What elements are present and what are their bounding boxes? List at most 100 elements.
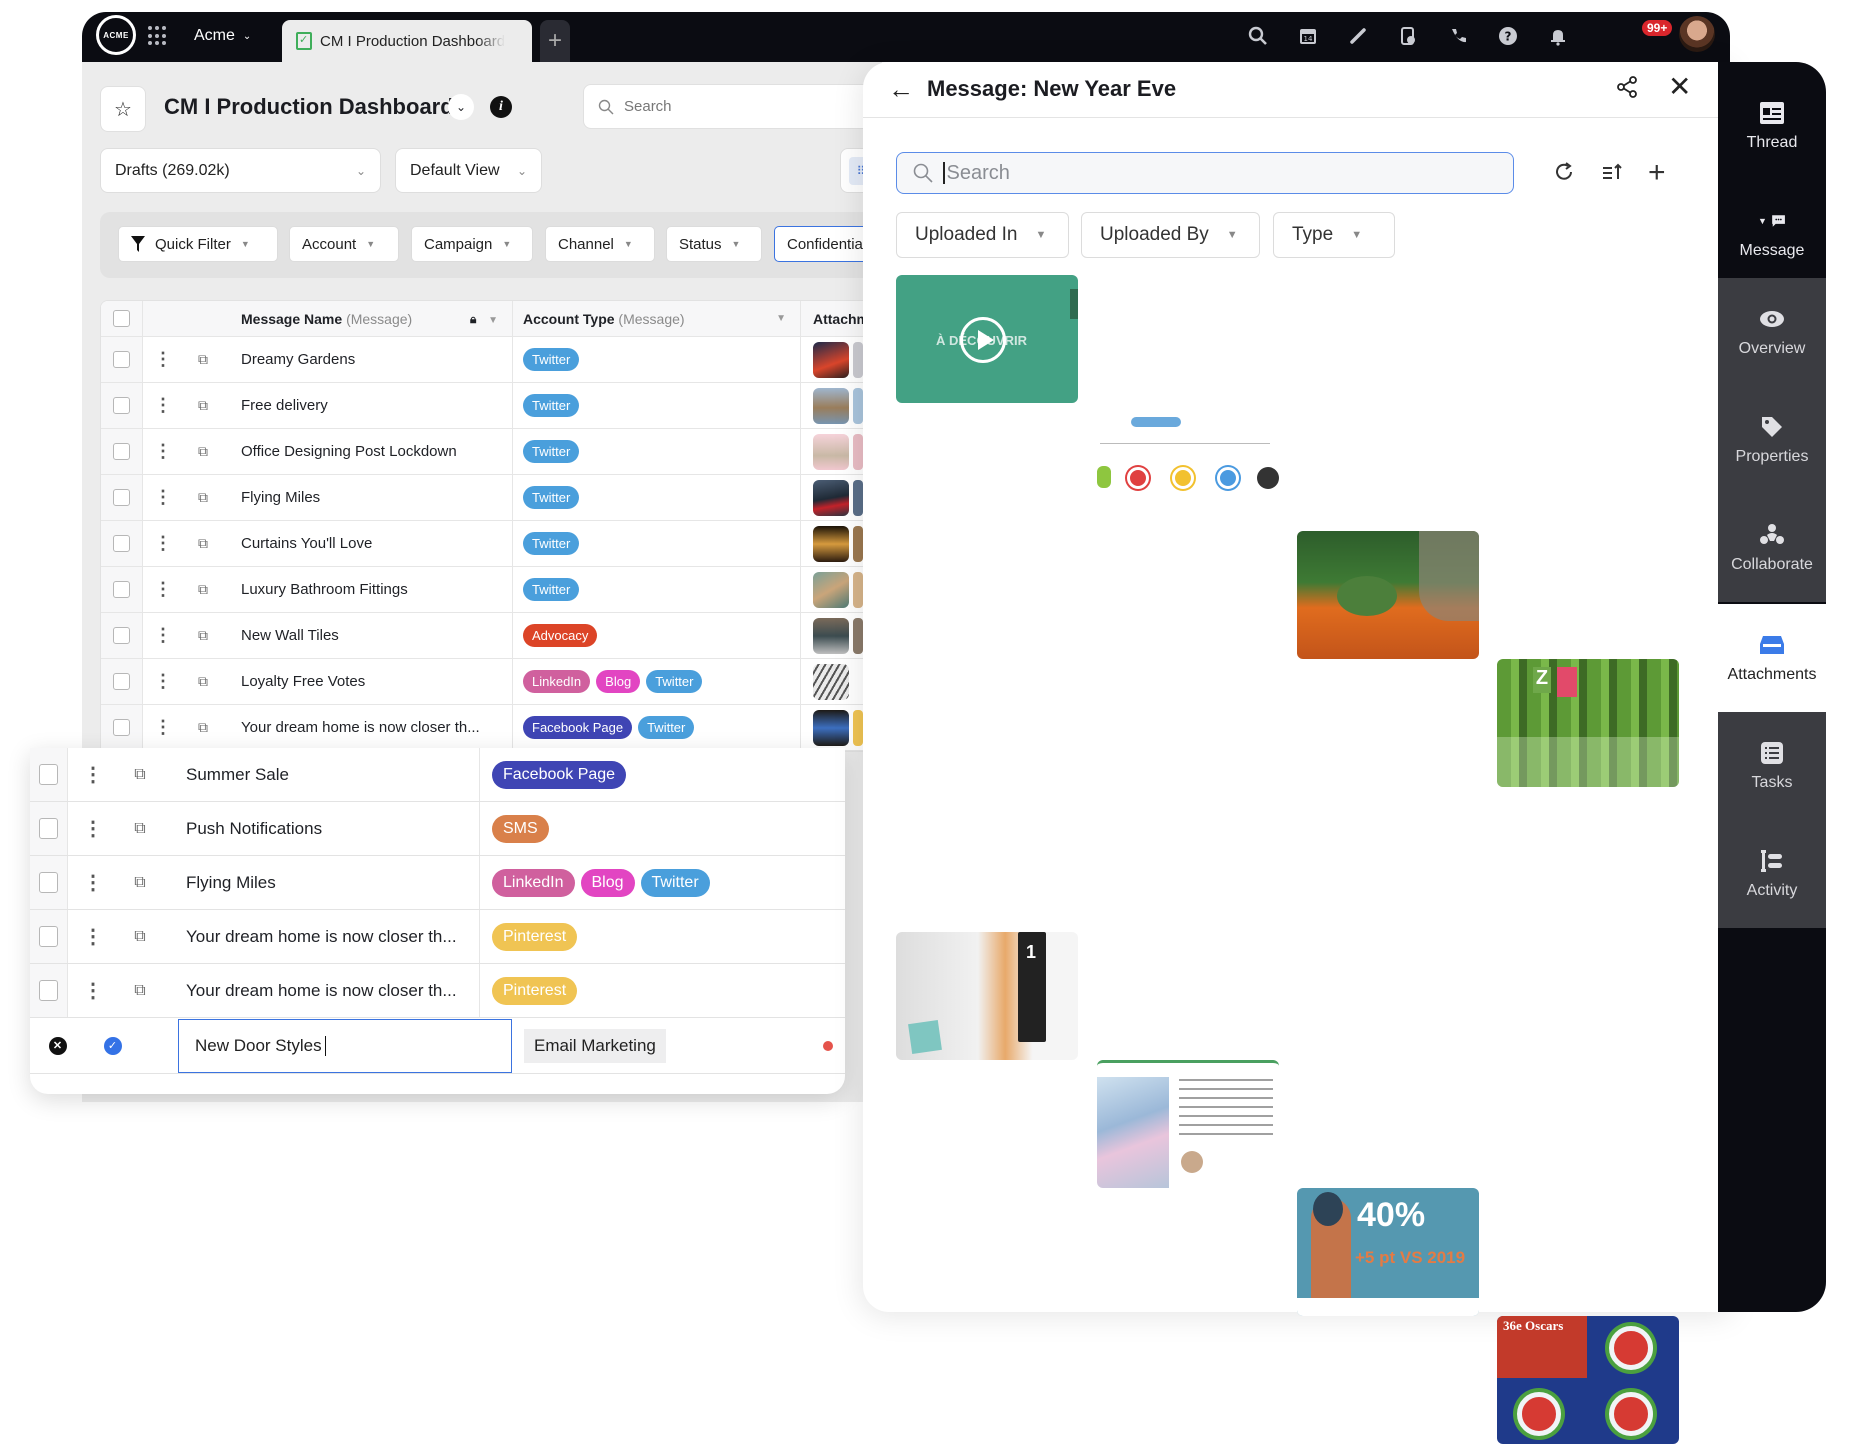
message-name-cell[interactable]: Summer Sale bbox=[162, 748, 480, 801]
table-row[interactable]: ⋮ ⧉ Dreamy Gardens Twitter bbox=[101, 337, 881, 383]
attachment-thumbnail[interactable] bbox=[813, 341, 849, 378]
open-record-icon[interactable]: ⧉ bbox=[183, 581, 223, 598]
acme-logo[interactable]: ACME bbox=[96, 15, 136, 55]
open-record-icon[interactable]: ⧉ bbox=[183, 443, 223, 460]
message-name-cell[interactable]: Your dream home is now closer th... bbox=[162, 964, 480, 1017]
attachment-thumbnail[interactable] bbox=[813, 525, 849, 562]
account-type-cell[interactable]: LinkedIn Blog Twitter bbox=[513, 659, 801, 704]
message-name-cell[interactable]: Free delivery bbox=[223, 383, 513, 428]
table-row[interactable]: ⋮ ⧉ Summer Sale Facebook Page bbox=[30, 748, 845, 802]
open-record-icon[interactable]: ⧉ bbox=[183, 719, 223, 736]
table-row[interactable]: ⋮ ⧉ Flying Miles LinkedIn Blog Twitter bbox=[30, 856, 845, 910]
attachment-tile[interactable] bbox=[1097, 1060, 1279, 1188]
message-name-cell[interactable]: Your dream home is now closer th... bbox=[162, 910, 480, 963]
sidebar-item-overview[interactable]: Overview bbox=[1718, 278, 1826, 386]
attachment-thumbnail[interactable] bbox=[853, 709, 863, 746]
more-options-icon[interactable]: ⋮ bbox=[143, 395, 183, 416]
message-name-cell[interactable]: Curtains You'll Love bbox=[223, 521, 513, 566]
open-record-icon[interactable]: ⧉ bbox=[183, 673, 223, 690]
contact-book-icon[interactable] bbox=[1396, 24, 1420, 48]
more-options-icon[interactable]: ⋮ bbox=[143, 533, 183, 554]
row-checkbox[interactable] bbox=[39, 872, 58, 893]
refresh-icon[interactable] bbox=[1552, 160, 1576, 191]
attachment-thumbnail[interactable] bbox=[813, 709, 849, 746]
row-checkbox[interactable] bbox=[113, 443, 130, 460]
row-checkbox[interactable] bbox=[39, 926, 58, 947]
help-icon[interactable]: ? bbox=[1496, 24, 1520, 48]
open-record-icon[interactable]: ⧉ bbox=[118, 820, 162, 838]
open-record-icon[interactable]: ⧉ bbox=[118, 766, 162, 784]
account-type-cell[interactable]: Twitter bbox=[513, 567, 801, 612]
workspace-selector[interactable]: Acme ⌄ bbox=[194, 27, 251, 45]
account-type-cell[interactable]: Twitter bbox=[513, 337, 801, 382]
attachment-thumbnail[interactable] bbox=[813, 663, 849, 700]
table-row[interactable]: ⋮ ⧉ Push Notifications SMS bbox=[30, 802, 845, 856]
filter-campaign[interactable]: Campaign ▼ bbox=[411, 226, 533, 262]
message-name-cell[interactable]: Loyalty Free Votes bbox=[223, 659, 513, 704]
phone-icon[interactable] bbox=[1446, 24, 1470, 48]
account-type-cell[interactable]: SMS bbox=[480, 802, 816, 855]
table-row[interactable]: ⋮ ⧉ Your dream home is now closer th... Pin… bbox=[30, 964, 845, 1018]
row-checkbox[interactable] bbox=[113, 489, 130, 506]
sidebar-item-collaborate[interactable]: Collaborate bbox=[1718, 494, 1826, 602]
attachment-thumbnail[interactable] bbox=[853, 341, 863, 378]
more-options-icon[interactable]: ⋮ bbox=[143, 579, 183, 600]
attachment-thumbnail[interactable] bbox=[813, 387, 849, 424]
message-name-cell[interactable]: Your dream home is now closer th... bbox=[223, 705, 513, 750]
sort-caret-icon[interactable]: ▼ bbox=[488, 315, 498, 326]
row-checkbox[interactable] bbox=[113, 627, 130, 644]
message-name-cell[interactable]: Luxury Bathroom Fittings bbox=[223, 567, 513, 612]
account-type-value[interactable]: Email Marketing bbox=[524, 1028, 666, 1063]
attachment-tile[interactable]: 36e Oscars bbox=[1497, 1316, 1679, 1444]
attachment-tile[interactable] bbox=[1097, 403, 1279, 531]
row-checkbox[interactable] bbox=[39, 818, 58, 839]
message-name-cell[interactable]: Flying Miles bbox=[223, 475, 513, 520]
sort-caret-icon[interactable]: ▼ bbox=[776, 313, 786, 324]
share-icon[interactable] bbox=[1616, 76, 1638, 104]
more-options-icon[interactable]: ⋮ bbox=[68, 924, 118, 949]
open-record-icon[interactable]: ⧉ bbox=[183, 489, 223, 506]
quick-filter-button[interactable]: Quick Filter ▼ bbox=[118, 226, 278, 262]
table-row[interactable]: ⋮ ⧉ New Wall Tiles Advocacy bbox=[101, 613, 881, 659]
sidebar-item-message[interactable]: ▼ Message bbox=[1718, 180, 1826, 288]
attachment-thumbnail[interactable] bbox=[853, 387, 863, 424]
column-header-message-name[interactable]: Message Name (Message) 🔒︎ ▼ bbox=[223, 301, 513, 336]
table-row[interactable]: ⋮ ⧉ Your dream home is now closer th... Fac… bbox=[101, 705, 881, 751]
attachment-thumbnail[interactable] bbox=[813, 479, 849, 516]
message-name-cell[interactable]: Dreamy Gardens bbox=[223, 337, 513, 382]
dashboard-search-input[interactable]: Search bbox=[583, 84, 883, 129]
attachment-thumbnail[interactable] bbox=[813, 571, 849, 608]
row-checkbox[interactable] bbox=[113, 673, 130, 690]
more-options-icon[interactable]: ⋮ bbox=[68, 978, 118, 1003]
message-name-cell[interactable]: Flying Miles bbox=[162, 856, 480, 909]
more-options-icon[interactable]: ⋮ bbox=[143, 717, 183, 738]
message-name-cell[interactable]: Office Designing Post Lockdown bbox=[223, 429, 513, 474]
account-type-cell[interactable]: Pinterest bbox=[480, 964, 816, 1017]
info-icon[interactable]: i bbox=[490, 96, 512, 118]
more-options-icon[interactable]: ⋮ bbox=[68, 762, 118, 787]
bell-icon[interactable] bbox=[1546, 24, 1570, 48]
attachment-tile[interactable]: 1 bbox=[896, 932, 1078, 1060]
attachment-tile[interactable]: Z bbox=[1497, 659, 1679, 787]
more-options-icon[interactable]: ⋮ bbox=[143, 349, 183, 370]
table-row[interactable]: ⋮ ⧉ Office Designing Post Lockdown Twitter bbox=[101, 429, 881, 475]
message-name-cell[interactable]: New Wall Tiles bbox=[223, 613, 513, 658]
open-record-icon[interactable]: ⧉ bbox=[183, 535, 223, 552]
view-dropdown[interactable]: Default View ⌄ bbox=[395, 148, 542, 193]
account-type-cell[interactable]: Twitter bbox=[513, 475, 801, 520]
column-header-account-type[interactable]: Account Type (Message) ▼ bbox=[513, 301, 801, 336]
attachment-tile[interactable]: 40% +5 pt VS 2019 bbox=[1297, 1188, 1479, 1316]
row-checkbox[interactable] bbox=[39, 764, 58, 785]
filter-uploaded-in[interactable]: Uploaded In ▼ bbox=[896, 212, 1069, 258]
message-name-cell[interactable]: Push Notifications bbox=[162, 802, 480, 855]
account-type-cell[interactable]: Facebook Page bbox=[480, 748, 816, 801]
filter-type[interactable]: Type ▼ bbox=[1273, 212, 1395, 258]
more-options-icon[interactable]: ⋮ bbox=[143, 671, 183, 692]
sidebar-item-tasks[interactable]: Tasks bbox=[1718, 712, 1826, 820]
open-record-icon[interactable]: ⧉ bbox=[118, 928, 162, 946]
account-type-cell[interactable]: Twitter bbox=[513, 521, 801, 566]
account-type-cell[interactable]: Advocacy bbox=[513, 613, 801, 658]
more-options-icon[interactable]: ⋮ bbox=[68, 816, 118, 841]
open-record-icon[interactable]: ⧉ bbox=[183, 397, 223, 414]
table-row[interactable]: ⋮ ⧉ Your dream home is now closer th... Pin… bbox=[30, 910, 845, 964]
